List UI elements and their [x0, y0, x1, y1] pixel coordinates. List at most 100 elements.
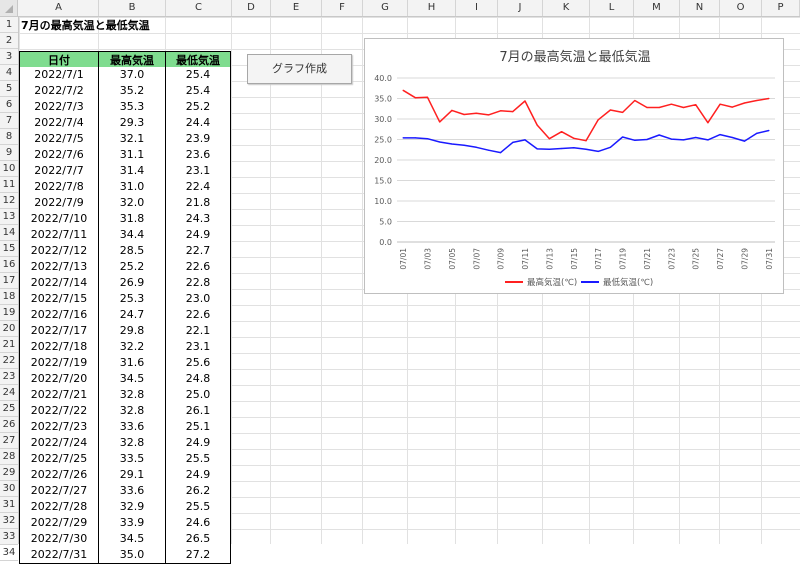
- min-temp-cell[interactable]: 24.9: [165, 227, 231, 244]
- date-cell[interactable]: 2022/7/21: [19, 387, 99, 404]
- min-temp-cell[interactable]: 25.1: [165, 419, 231, 436]
- date-cell[interactable]: 2022/7/2: [19, 83, 99, 100]
- sheet-title-cell[interactable]: 7月の最高気温と最低気温: [21, 18, 150, 34]
- max-temp-cell[interactable]: 31.6: [98, 355, 166, 372]
- min-temp-cell[interactable]: 26.5: [165, 531, 231, 548]
- column-header-h[interactable]: H: [408, 0, 456, 16]
- date-cell[interactable]: 2022/7/27: [19, 483, 99, 500]
- column-header-f[interactable]: F: [322, 0, 363, 16]
- min-temp-cell[interactable]: 23.9: [165, 131, 231, 148]
- row-header-28[interactable]: 28: [0, 449, 18, 465]
- date-cell[interactable]: 2022/7/25: [19, 451, 99, 468]
- min-temp-cell[interactable]: 27.2: [165, 547, 231, 564]
- min-temp-cell[interactable]: 21.8: [165, 195, 231, 212]
- column-header-a[interactable]: A: [19, 0, 99, 16]
- column-header-b[interactable]: B: [99, 0, 166, 16]
- max-temp-cell[interactable]: 37.0: [98, 67, 166, 84]
- min-temp-cell[interactable]: 24.8: [165, 371, 231, 388]
- min-temp-cell[interactable]: 25.5: [165, 499, 231, 516]
- min-temp-cell[interactable]: 22.4: [165, 179, 231, 196]
- min-temp-cell[interactable]: 26.1: [165, 403, 231, 420]
- row-header-9[interactable]: 9: [0, 145, 18, 161]
- row-header-25[interactable]: 25: [0, 401, 18, 417]
- date-cell[interactable]: 2022/7/4: [19, 115, 99, 132]
- min-temp-cell[interactable]: 23.1: [165, 163, 231, 180]
- date-cell[interactable]: 2022/7/6: [19, 147, 99, 164]
- row-header-8[interactable]: 8: [0, 129, 18, 145]
- date-cell[interactable]: 2022/7/8: [19, 179, 99, 196]
- max-temp-cell[interactable]: 32.0: [98, 195, 166, 212]
- min-temp-cell[interactable]: 25.0: [165, 387, 231, 404]
- row-header-29[interactable]: 29: [0, 465, 18, 481]
- row-header-21[interactable]: 21: [0, 337, 18, 353]
- column-header-g[interactable]: G: [363, 0, 408, 16]
- max-temp-cell[interactable]: 33.5: [98, 451, 166, 468]
- column-header-m[interactable]: M: [634, 0, 680, 16]
- max-temp-cell[interactable]: 33.6: [98, 483, 166, 500]
- max-temp-cell[interactable]: 33.9: [98, 515, 166, 532]
- date-cell[interactable]: 2022/7/3: [19, 99, 99, 116]
- row-header-16[interactable]: 16: [0, 257, 18, 273]
- date-cell[interactable]: 2022/7/26: [19, 467, 99, 484]
- date-cell[interactable]: 2022/7/7: [19, 163, 99, 180]
- row-header-1[interactable]: 1: [0, 17, 18, 33]
- row-header-2[interactable]: 2: [0, 33, 18, 49]
- min-temp-cell[interactable]: 25.4: [165, 83, 231, 100]
- date-cell[interactable]: 2022/7/18: [19, 339, 99, 356]
- min-temp-cell[interactable]: 26.2: [165, 483, 231, 500]
- date-cell[interactable]: 2022/7/1: [19, 67, 99, 84]
- min-temp-cell[interactable]: 25.4: [165, 67, 231, 84]
- row-header-19[interactable]: 19: [0, 305, 18, 321]
- max-temp-cell[interactable]: 31.0: [98, 179, 166, 196]
- select-all-corner[interactable]: [0, 0, 18, 16]
- min-temp-cell[interactable]: 24.3: [165, 211, 231, 228]
- min-temp-cell[interactable]: 24.4: [165, 115, 231, 132]
- min-temp-cell[interactable]: 24.9: [165, 467, 231, 484]
- row-header-15[interactable]: 15: [0, 241, 18, 257]
- column-header-e[interactable]: E: [271, 0, 322, 16]
- column-header-c[interactable]: C: [166, 0, 232, 16]
- column-header-l[interactable]: L: [590, 0, 634, 16]
- max-temp-cell[interactable]: 35.0: [98, 547, 166, 564]
- max-temp-cell[interactable]: 24.7: [98, 307, 166, 324]
- row-header-6[interactable]: 6: [0, 97, 18, 113]
- max-temp-cell[interactable]: 29.1: [98, 467, 166, 484]
- row-header-26[interactable]: 26: [0, 417, 18, 433]
- date-cell[interactable]: 2022/7/30: [19, 531, 99, 548]
- max-temp-cell[interactable]: 31.4: [98, 163, 166, 180]
- row-header-32[interactable]: 32: [0, 513, 18, 529]
- max-temp-cell[interactable]: 25.2: [98, 259, 166, 276]
- date-cell[interactable]: 2022/7/9: [19, 195, 99, 212]
- date-cell[interactable]: 2022/7/10: [19, 211, 99, 228]
- min-temp-cell[interactable]: 22.1: [165, 323, 231, 340]
- row-header-30[interactable]: 30: [0, 481, 18, 497]
- row-header-23[interactable]: 23: [0, 369, 18, 385]
- row-header-20[interactable]: 20: [0, 321, 18, 337]
- date-cell[interactable]: 2022/7/12: [19, 243, 99, 260]
- date-cell[interactable]: 2022/7/16: [19, 307, 99, 324]
- date-cell[interactable]: 2022/7/19: [19, 355, 99, 372]
- max-temp-cell[interactable]: 34.4: [98, 227, 166, 244]
- column-header-o[interactable]: O: [720, 0, 762, 16]
- max-temp-cell[interactable]: 29.8: [98, 323, 166, 340]
- max-temp-cell[interactable]: 28.5: [98, 243, 166, 260]
- min-temp-cell[interactable]: 25.5: [165, 451, 231, 468]
- max-temp-cell[interactable]: 31.1: [98, 147, 166, 164]
- date-cell[interactable]: 2022/7/5: [19, 131, 99, 148]
- max-temp-cell[interactable]: 25.3: [98, 291, 166, 308]
- row-header-13[interactable]: 13: [0, 209, 18, 225]
- date-cell[interactable]: 2022/7/31: [19, 547, 99, 564]
- row-header-14[interactable]: 14: [0, 225, 18, 241]
- min-temp-cell[interactable]: 22.6: [165, 259, 231, 276]
- column-header-d[interactable]: D: [232, 0, 271, 16]
- create-chart-button[interactable]: グラフ作成: [247, 54, 352, 84]
- date-cell[interactable]: 2022/7/28: [19, 499, 99, 516]
- table-header-date[interactable]: 日付: [19, 51, 99, 68]
- row-header-7[interactable]: 7: [0, 113, 18, 129]
- table-header-min[interactable]: 最低気温(℃): [165, 51, 231, 84]
- row-header-10[interactable]: 10: [0, 161, 18, 177]
- row-header-27[interactable]: 27: [0, 433, 18, 449]
- row-header-12[interactable]: 12: [0, 193, 18, 209]
- max-temp-cell[interactable]: 29.3: [98, 115, 166, 132]
- min-temp-cell[interactable]: 22.7: [165, 243, 231, 260]
